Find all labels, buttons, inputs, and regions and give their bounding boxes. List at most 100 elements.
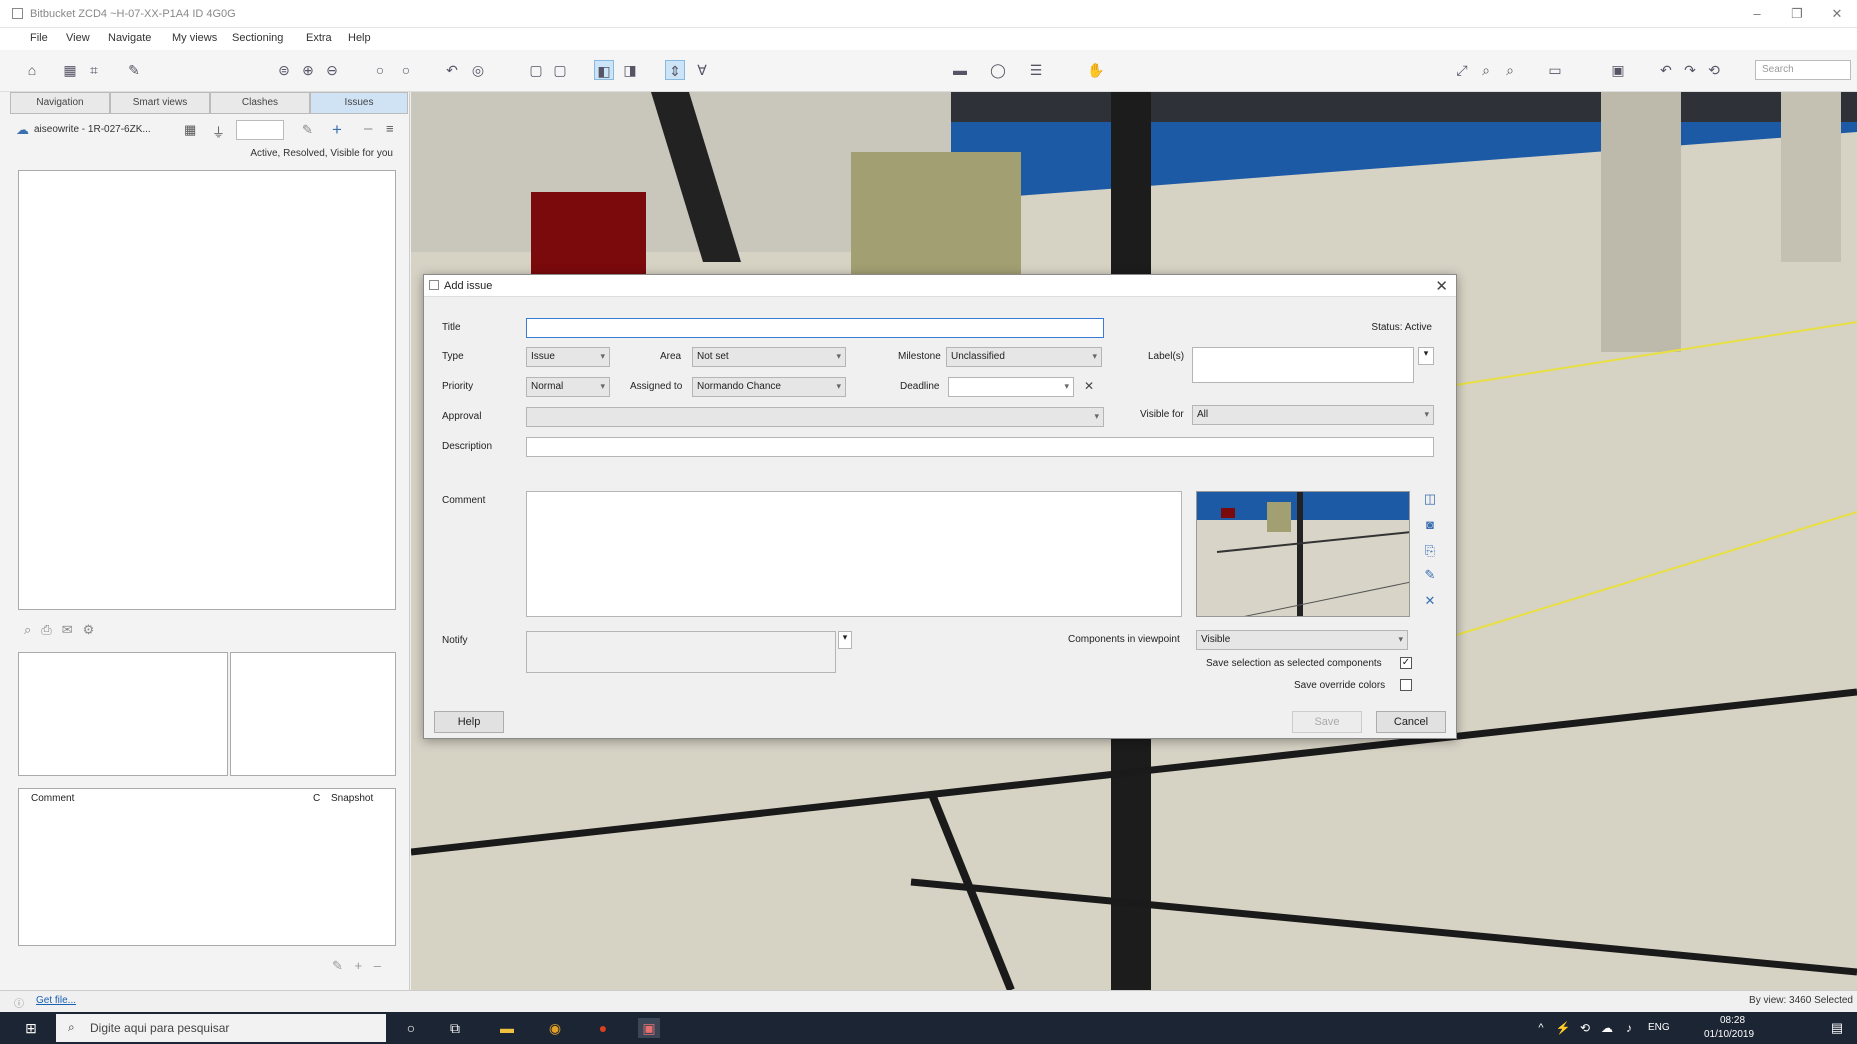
description-input[interactable] <box>526 437 1434 457</box>
tray-time[interactable]: 08:28 <box>1720 1015 1745 1026</box>
grid-icon[interactable]: ▦ <box>184 122 196 138</box>
tab-clashes[interactable]: Clashes <box>210 92 310 114</box>
area-select[interactable]: Not set ▾ <box>692 347 846 367</box>
deadline-input[interactable]: ▾ <box>948 377 1074 397</box>
toolbar-search-input[interactable]: Search <box>1755 60 1851 80</box>
print-icon[interactable]: ⎙ <box>41 622 51 638</box>
add-issue-icon[interactable]: + <box>332 120 342 140</box>
title-input[interactable] <box>526 318 1104 338</box>
walk-icon[interactable]: ○ <box>396 60 416 80</box>
section-box-icon[interactable]: ▢ <box>526 60 546 80</box>
priority-select[interactable]: Normal ▾ <box>526 377 610 397</box>
zoom-out-icon[interactable]: ⊖ <box>322 60 342 80</box>
edit-icon[interactable]: ✎ <box>302 122 313 138</box>
taskbar-search-input[interactable]: Digite aqui para pesquisar <box>90 1021 229 1035</box>
tray-cloud-icon[interactable]: ☁ <box>1596 1018 1618 1038</box>
tab-navigation[interactable]: Navigation <box>10 92 110 114</box>
labels-dropdown-icon[interactable]: ▾ <box>1418 347 1434 365</box>
file-explorer-icon[interactable]: ▬ <box>496 1018 518 1038</box>
tab-issues[interactable]: Issues <box>310 92 408 114</box>
comment-icon[interactable]: ✉ <box>62 622 73 638</box>
save-colors-checkbox[interactable] <box>1400 679 1412 691</box>
dialog-close-icon[interactable]: ✕ <box>1435 277 1448 295</box>
frame-icon[interactable]: ▭ <box>1545 60 1565 80</box>
pen-icon[interactable]: ✎ <box>124 60 144 80</box>
visible-for-select[interactable]: All ▾ <box>1192 405 1434 425</box>
menu-navigate[interactable]: Navigate <box>108 32 151 44</box>
delete-snapshot-icon[interactable]: ✕ <box>1421 593 1439 611</box>
type-select[interactable]: Issue ▾ <box>526 347 610 367</box>
fit-all-icon[interactable]: ⤢ <box>1452 60 1472 80</box>
settings-icon[interactable]: ⚙ <box>83 622 95 638</box>
menu-view[interactable]: View <box>66 32 90 44</box>
filter-icon[interactable]: ∀ <box>692 60 712 80</box>
minimize-button[interactable]: – <box>1742 4 1772 24</box>
remove-issue-icon[interactable]: – <box>364 120 372 137</box>
visibility-icon[interactable]: ◯ <box>988 60 1008 80</box>
redo-icon[interactable]: ↷ <box>1680 60 1700 80</box>
menu-help[interactable]: Help <box>348 32 371 44</box>
layer-list-icon[interactable]: ☰ <box>1026 60 1046 80</box>
zoom-fit-icon[interactable]: ⊜ <box>274 60 294 80</box>
tray-up-icon[interactable]: ^ <box>1530 1018 1552 1038</box>
assigned-to-select[interactable]: Normando Chance ▾ <box>692 377 846 397</box>
labels-input[interactable] <box>1192 347 1414 383</box>
help-button[interactable]: Help <box>434 711 504 733</box>
view-mode-icon[interactable]: ◧ <box>594 60 614 80</box>
layers-icon[interactable]: ▦ <box>60 60 80 80</box>
task-view-icon[interactable]: ⧉ <box>444 1018 466 1038</box>
history-icon[interactable]: ⟲ <box>1704 60 1724 80</box>
add-comment-icon[interactable]: + <box>355 958 363 973</box>
edit-snapshot-icon[interactable]: ✎ <box>1421 567 1439 585</box>
components-select[interactable]: Visible ▾ <box>1196 630 1408 650</box>
milestone-select[interactable]: Unclassified ▾ <box>946 347 1102 367</box>
menu-sectioning[interactable]: Sectioning <box>232 32 283 44</box>
cancel-button[interactable]: Cancel <box>1376 711 1446 733</box>
close-window-button[interactable]: ✕ <box>1822 4 1852 24</box>
tray-speaker-icon[interactable]: ♪ <box>1618 1018 1640 1038</box>
tray-date[interactable]: 01/10/2019 <box>1704 1029 1754 1040</box>
take-snapshot-icon[interactable]: ◫ <box>1421 491 1439 509</box>
tray-language[interactable]: ENG <box>1648 1022 1670 1033</box>
taskbar-search-box[interactable]: ⌕ Digite aqui para pesquisar <box>56 1014 386 1042</box>
tab-smart-views[interactable]: Smart views <box>110 92 210 114</box>
notify-dropdown-icon[interactable]: ▾ <box>838 631 852 649</box>
chrome-icon[interactable]: ◉ <box>544 1018 566 1038</box>
notify-input[interactable] <box>526 631 836 673</box>
select-tool-icon[interactable]: ⌂ <box>22 60 42 80</box>
comment-input[interactable] <box>526 491 1182 617</box>
approval-select[interactable]: ▾ <box>526 407 1104 427</box>
menu-my-views[interactable]: My views <box>172 32 217 44</box>
zoom-window-icon[interactable]: ⌕ <box>1500 60 1520 80</box>
zoom-in-icon[interactable]: ⊕ <box>298 60 318 80</box>
undo-icon[interactable]: ↶ <box>1656 60 1676 80</box>
measure-icon[interactable]: ⌗ <box>84 60 104 80</box>
search-zoom-icon[interactable]: ⌕ <box>1476 60 1496 80</box>
edit-comment-icon[interactable]: ✎ <box>332 958 343 973</box>
delete-comment-icon[interactable]: – <box>374 958 381 973</box>
camera-snapshot-icon[interactable]: ◙ <box>1421 517 1439 535</box>
undo-view-icon[interactable]: ↶ <box>442 60 462 80</box>
open-snapshot-icon[interactable]: ⎘ <box>1421 543 1439 561</box>
save-button[interactable]: Save <box>1292 711 1362 733</box>
orbit-icon[interactable]: ○ <box>370 60 390 80</box>
cortana-icon[interactable]: ○ <box>400 1018 422 1038</box>
restore-button[interactable]: ❐ <box>1782 4 1812 24</box>
tray-sync-icon[interactable]: ⟲ <box>1574 1018 1596 1038</box>
get-file-link[interactable]: Get file... <box>36 995 76 1006</box>
section-plane-icon[interactable]: ▢ <box>550 60 570 80</box>
issue-search-input[interactable] <box>236 120 284 140</box>
issue-list[interactable] <box>18 170 396 610</box>
zoom-to-icon[interactable]: ⌕ <box>24 622 31 638</box>
save-selection-checkbox[interactable]: ✓ <box>1400 657 1412 669</box>
clear-deadline-icon[interactable]: ✕ <box>1084 379 1094 393</box>
notification-icon[interactable]: ▤ <box>1826 1018 1848 1038</box>
hand-icon[interactable]: ✋ <box>1086 60 1106 80</box>
tray-network-icon[interactable]: ⚡ <box>1552 1018 1574 1038</box>
menu-icon[interactable]: ≡ <box>386 121 394 136</box>
app-icon-red[interactable]: ● <box>592 1018 614 1038</box>
view-mode-2-icon[interactable]: ◨ <box>620 60 640 80</box>
windows-start-icon[interactable]: ⊞ <box>20 1018 42 1038</box>
menu-extra[interactable]: Extra <box>306 32 332 44</box>
filter-icon[interactable]: ⏚ <box>212 122 225 141</box>
